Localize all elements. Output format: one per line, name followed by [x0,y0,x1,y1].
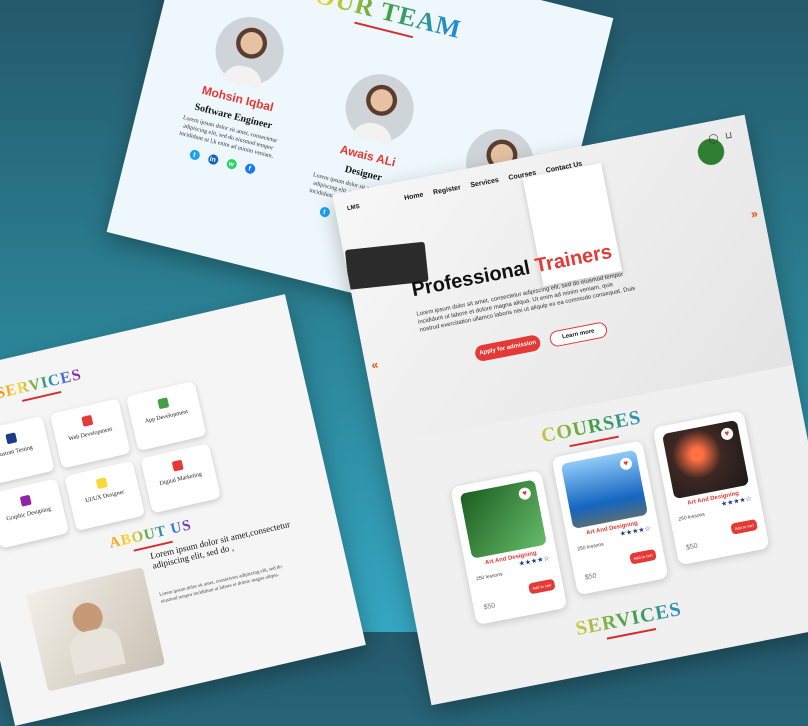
apply-button[interactable]: Apply for admission [473,334,542,363]
course-image: ♥ [459,479,547,559]
learn-more-button[interactable]: Learn more [548,321,609,348]
service-card[interactable]: Digital Marketing [140,443,222,514]
add-to-cart-button[interactable]: Add to cart [629,548,657,565]
course-price: $50 [584,572,598,582]
service-card[interactable]: Custom Testing [0,415,55,487]
whatsapp-icon[interactable]: w [225,157,238,171]
testing-icon [5,432,18,445]
plant-illustration [675,116,747,187]
heart-icon[interactable]: ♥ [517,486,532,501]
about-photo [25,567,166,692]
twitter-icon[interactable]: t [188,148,201,161]
services-title: SERVICES [0,362,99,407]
nav-home[interactable]: Home [404,192,424,203]
course-price: $50 [685,542,699,552]
next-arrow-icon[interactable]: » [750,206,759,221]
twitter-icon[interactable]: t [318,205,331,219]
service-card[interactable]: Web Development [49,398,131,469]
course-image: ♥ [560,449,649,529]
team-member: Mohsin Iqbal Software Engineer Lorem ips… [167,5,311,180]
service-card[interactable]: UI/UX Designer [64,460,146,531]
lms-card: LMS Home Register Services Courses Conta… [332,114,808,706]
member-avatar [208,9,291,93]
about-text: Lorem ipsum dolor sit amet, consectetur … [158,564,283,605]
course-price: $50 [483,602,497,612]
facebook-icon[interactable]: f [243,162,256,175]
heart-icon[interactable]: ♥ [720,426,735,441]
course-image: ♥ [662,419,750,500]
service-card[interactable]: App Development [125,380,207,452]
course-card[interactable]: ♥ Art And Designing ★★★★☆ 250 lessons $5… [450,470,568,626]
member-avatar [338,67,421,150]
course-card[interactable]: ♥ Art And Designing ★★★★☆ 250 lessons $5… [551,440,669,596]
add-to-cart-button[interactable]: Add to cart [528,578,556,595]
gear-icon [81,414,94,427]
linkedin-icon[interactable]: in [206,153,219,166]
megaphone-icon [171,459,184,472]
design-icon [95,477,108,490]
layers-icon [19,494,32,507]
mobile-icon [157,397,170,410]
logo[interactable]: LMS [347,204,361,212]
nav-services[interactable]: Services [470,177,500,189]
prev-arrow-icon[interactable]: « [370,357,379,372]
user-icon[interactable]: ◯ [707,132,719,145]
services-card: SERVICES Custom Testing Web Development … [0,294,366,726]
add-to-cart-button[interactable]: Add to cart [730,518,758,535]
course-card[interactable]: ♥ Art And Designing ★★★★☆ 250 lessons $5… [652,410,770,566]
heart-icon[interactable]: ♥ [618,456,633,471]
service-card[interactable]: Graphic Designing [0,478,70,549]
nav-register[interactable]: Register [433,184,462,196]
